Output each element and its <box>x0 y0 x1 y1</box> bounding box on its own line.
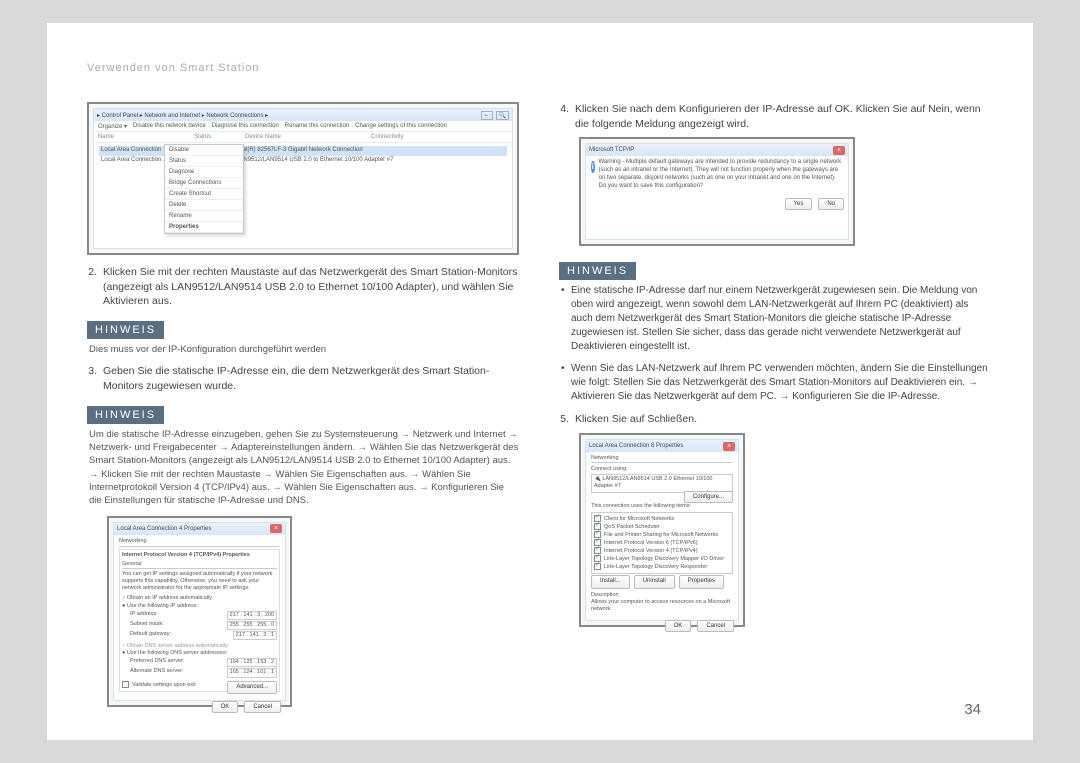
menu-item-disable[interactable]: Disable <box>165 145 243 156</box>
menu-item-properties[interactable]: Properties <box>165 222 243 233</box>
column-headers: Name Status Device Name Connectivity <box>94 132 512 143</box>
note-text: Um die statische IP-Adresse einzugeben, … <box>87 428 519 508</box>
right-column: 4. Klicken Sie nach dem Konfigurieren de… <box>559 102 991 717</box>
page-header: Verwenden von Smart Station <box>87 62 991 74</box>
info-icon: i <box>591 161 595 173</box>
note-text: Dies muss vor der IP-Konfiguration durch… <box>87 343 519 356</box>
menu-item-delete[interactable]: Delete <box>165 200 243 211</box>
hinweis-badge: HINWEIS <box>87 321 164 339</box>
breadcrumb: ▸ Control Panel ▸ Network and Internet ▸… <box>97 112 268 119</box>
figure-ipv4-properties: Local Area Connection 4 Properties× Netw… <box>107 516 292 707</box>
document-page: Verwenden von Smart Station ▸ Control Pa… <box>47 23 1033 740</box>
step-5: 5. Klicken Sie auf Schließen. <box>559 412 991 427</box>
step-2: 2. Klicken Sie mit der rechten Maustaste… <box>87 265 519 309</box>
protocol-list: Client for Microsoft Networks QoS Packet… <box>591 512 733 575</box>
dialog-ipv4: Local Area Connection 4 Properties× Netw… <box>113 522 286 701</box>
no-button[interactable]: No <box>818 198 844 210</box>
figure-tcpip-warning: Microsoft TCP/IP× i Warning - Multiple d… <box>579 137 855 246</box>
close-icon[interactable]: × <box>833 146 845 155</box>
hinweis-badge: HINWEIS <box>87 406 164 424</box>
menu-item-status[interactable]: Status <box>165 156 243 167</box>
cancel-button[interactable]: Cancel <box>244 701 281 713</box>
connection-list: Local Area Connection Intel(R) 82567LF-3… <box>94 143 512 169</box>
advanced-button[interactable]: Advanced... <box>227 681 277 695</box>
menu-item-bridge[interactable]: Bridge Connections <box>165 178 243 189</box>
cancel-button[interactable]: Cancel <box>697 620 734 632</box>
two-column-layout: ▸ Control Panel ▸ Network and Internet ▸… <box>87 102 991 717</box>
configure-button[interactable]: Configure... <box>684 491 733 503</box>
page-number: 34 <box>964 701 981 718</box>
window-titlebar: ▸ Control Panel ▸ Network and Internet ▸… <box>94 109 512 121</box>
bullet-item: Eine statische IP-Adresse darf nur einem… <box>571 284 991 354</box>
install-button[interactable]: Install... <box>591 575 630 589</box>
menu-item-rename[interactable]: Rename <box>165 211 243 222</box>
uninstall-button[interactable]: Uninstall <box>634 575 675 589</box>
close-icon[interactable]: × <box>270 524 282 533</box>
menu-item-shortcut[interactable]: Create Shortcut <box>165 189 243 200</box>
yes-button[interactable]: Yes <box>785 198 813 210</box>
hinweis-badge: HINWEIS <box>559 262 636 280</box>
window-network-connections: ▸ Control Panel ▸ Network and Internet ▸… <box>93 108 513 249</box>
dialog-lan-properties: Local Area Connection 8 Properties× Netw… <box>585 439 739 621</box>
figure-network-connections: ▸ Control Panel ▸ Network and Internet ▸… <box>87 102 519 255</box>
context-menu[interactable]: Disable Status Diagnose Bridge Connectio… <box>164 144 244 234</box>
ok-button[interactable]: OK <box>665 620 692 632</box>
warning-text: Warning - Multiple default gateways are … <box>599 159 843 190</box>
step-4: 4. Klicken Sie nach dem Konfigurieren de… <box>559 102 991 131</box>
dialog-tcpip-warning: Microsoft TCP/IP× i Warning - Multiple d… <box>585 143 849 240</box>
window-toolbar: Organize ▾ Disable this network device D… <box>94 121 512 132</box>
bullet-item: Wenn Sie das LAN-Netzwerk auf Ihrem PC v… <box>571 362 991 404</box>
ok-button[interactable]: OK <box>212 701 239 713</box>
menu-item-diagnose[interactable]: Diagnose <box>165 167 243 178</box>
close-icon[interactable]: × <box>723 442 735 451</box>
properties-button[interactable]: Properties <box>679 575 724 589</box>
figure-lan-properties: Local Area Connection 8 Properties× Netw… <box>579 433 745 627</box>
left-column: ▸ Control Panel ▸ Network and Internet ▸… <box>87 102 519 717</box>
step-3: 3. Geben Sie die statische IP-Adresse ei… <box>87 364 519 393</box>
